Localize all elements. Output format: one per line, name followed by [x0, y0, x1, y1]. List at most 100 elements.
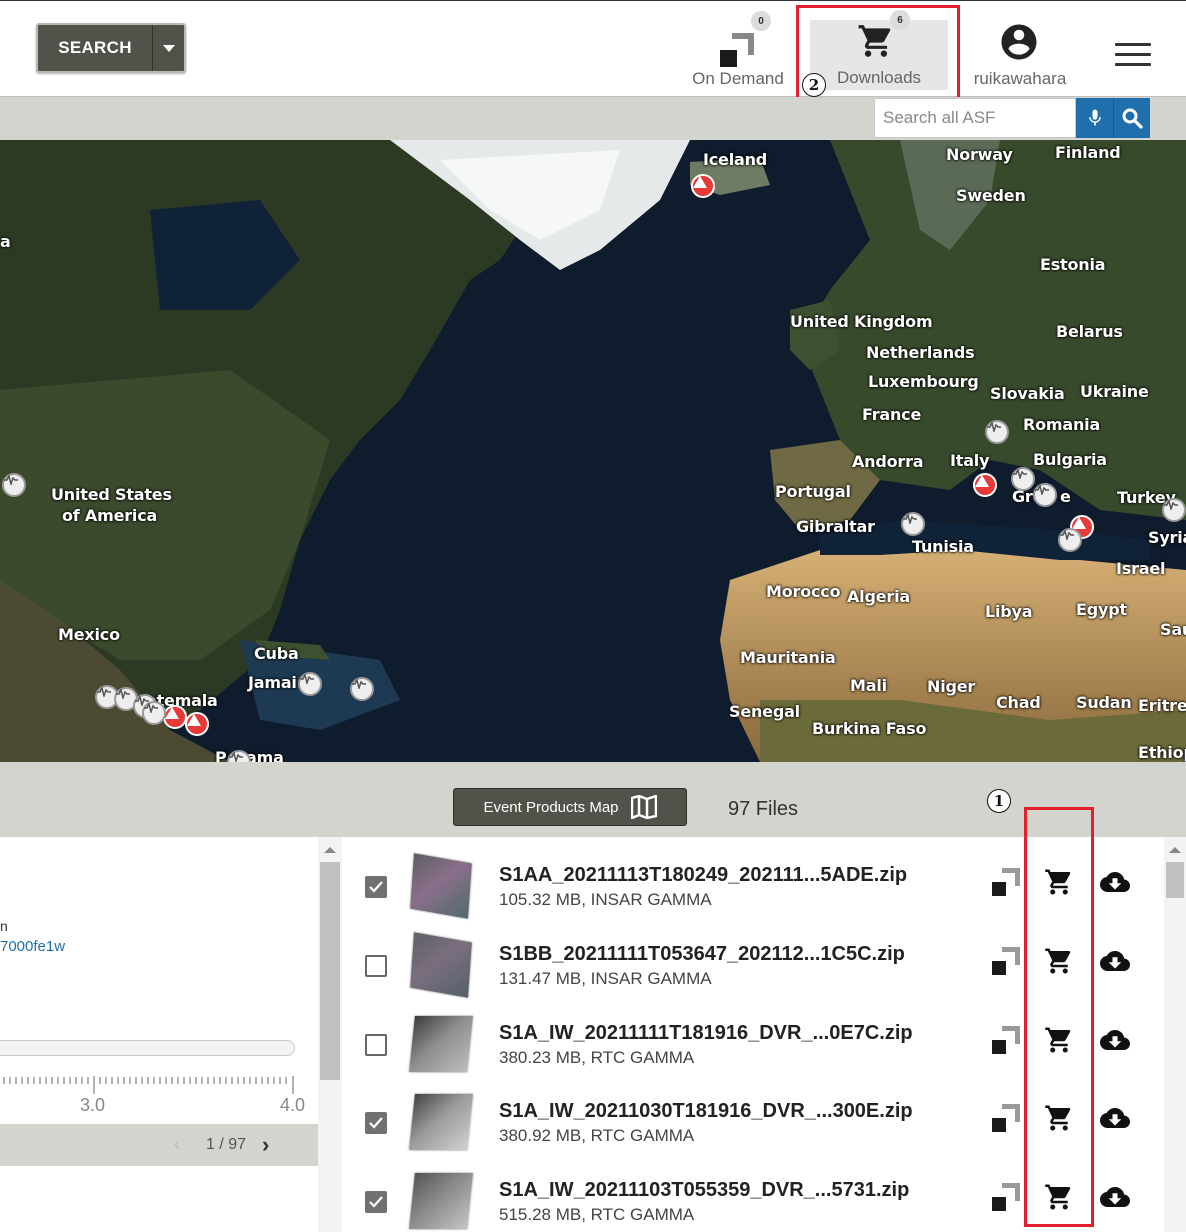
- map-icon: [630, 795, 657, 819]
- download-icon[interactable]: [1098, 1103, 1132, 1133]
- map-label: France: [862, 405, 922, 424]
- volcano-marker-icon[interactable]: [163, 705, 187, 729]
- download-icon[interactable]: [1098, 946, 1132, 976]
- map-label: United States: [51, 485, 172, 504]
- files-count: 97 Files: [728, 798, 799, 820]
- file-thumbnail[interactable]: [408, 1167, 474, 1232]
- baseline-slider-track[interactable]: [0, 1040, 295, 1056]
- search-type-dropdown[interactable]: [152, 25, 184, 71]
- file-thumbnail[interactable]: [408, 931, 474, 1001]
- site-search: [874, 98, 1150, 138]
- search-split-button[interactable]: SEARCH: [36, 23, 186, 73]
- search-button[interactable]: SEARCH: [38, 25, 152, 71]
- earthquake-marker-icon[interactable]: [142, 701, 166, 725]
- on-demand-icon[interactable]: [992, 868, 1022, 898]
- on-demand-label: On Demand: [692, 69, 784, 88]
- map-label: Algeria: [847, 587, 910, 606]
- earthquake-marker-icon[interactable]: [1011, 467, 1035, 491]
- file-name[interactable]: S1A_IW_20211103T055359_DVR_...5731.zip: [499, 1179, 909, 1202]
- page-indicator: 1 / 97: [206, 1136, 247, 1153]
- file-select-checkbox[interactable]: [365, 1191, 387, 1213]
- map-label: Slovakia: [990, 384, 1065, 403]
- scroll-up-icon[interactable]: [1169, 847, 1181, 853]
- map-label: Tunisia: [912, 537, 974, 556]
- earthquake-marker-icon[interactable]: [1033, 483, 1057, 507]
- detail-link[interactable]: 7000fe1w: [0, 938, 65, 955]
- map-label: Egypt: [1076, 600, 1127, 619]
- file-name[interactable]: S1A_IW_20211030T181916_DVR_...300E.zip: [499, 1100, 913, 1123]
- detail-panel-scroll-thumb[interactable]: [320, 862, 340, 1080]
- file-thumbnail[interactable]: [408, 852, 474, 922]
- download-icon[interactable]: [1098, 867, 1132, 897]
- on-demand-icon[interactable]: [992, 1183, 1022, 1213]
- voice-search-button[interactable]: [1076, 98, 1113, 138]
- file-select-checkbox[interactable]: [365, 1034, 387, 1056]
- detail-text-fragment: n: [0, 918, 8, 934]
- earthquake-marker-icon[interactable]: [985, 420, 1009, 444]
- user-menu-button[interactable]: ruikawahara: [966, 11, 1074, 91]
- map-label: Estonia: [1040, 255, 1106, 274]
- file-thumbnail[interactable]: [408, 1010, 474, 1080]
- prev-page-icon[interactable]: ‹: [174, 1134, 180, 1155]
- next-page-icon[interactable]: ›: [262, 1132, 269, 1158]
- download-icon[interactable]: [1098, 1182, 1132, 1212]
- file-name[interactable]: S1A_IW_20211111T181916_DVR_...0E7C.zip: [499, 1022, 913, 1045]
- username-label: ruikawahara: [973, 69, 1067, 88]
- map-label: ama: [246, 748, 284, 762]
- map-label: Finland: [1055, 143, 1121, 162]
- map-label: Netherlands: [866, 343, 975, 362]
- map-label: Jamai: [248, 673, 297, 692]
- earthquake-marker-icon[interactable]: [2, 473, 26, 497]
- earthquake-marker-icon[interactable]: [1162, 498, 1186, 522]
- map-view[interactable]: Iceland Norway Finland Sweden Estonia Un…: [0, 140, 1186, 762]
- volcano-marker-icon[interactable]: [185, 712, 209, 736]
- earthquake-marker-icon[interactable]: [901, 512, 925, 536]
- chevron-down-icon: [162, 44, 175, 52]
- file-select-checkbox[interactable]: [365, 876, 387, 898]
- map-label: Bulgaria: [1033, 450, 1107, 469]
- file-name[interactable]: S1AA_20211113T180249_202111...5ADE.zip: [499, 864, 907, 887]
- file-meta: 380.92 MB, RTC GAMMA: [499, 1126, 695, 1145]
- top-header: SEARCH 0 On Demand 6 Downloads 2 ruikawa…: [0, 0, 1186, 104]
- on-demand-icon[interactable]: [992, 1026, 1022, 1056]
- map-label: Morocco: [766, 582, 841, 601]
- map-label: Belarus: [1056, 322, 1123, 341]
- site-search-submit-button[interactable]: [1113, 98, 1150, 138]
- microphone-icon: [1088, 109, 1101, 126]
- file-select-checkbox[interactable]: [365, 955, 387, 977]
- file-name[interactable]: S1BB_20211111T053647_202112...1C5C.zip: [499, 943, 905, 966]
- account-icon: [1001, 24, 1037, 60]
- detail-panel: [0, 837, 342, 1232]
- download-icon[interactable]: [1098, 1025, 1132, 1055]
- site-search-input[interactable]: [874, 98, 1076, 138]
- file-meta: 515.28 MB, RTC GAMMA: [499, 1205, 695, 1224]
- on-demand-count-badge: 0: [751, 11, 771, 31]
- on-demand-icon[interactable]: [992, 947, 1022, 977]
- on-demand-icon[interactable]: [992, 1104, 1022, 1134]
- earthquake-marker-icon[interactable]: [350, 677, 374, 701]
- volcano-marker-icon[interactable]: [973, 473, 997, 497]
- map-label: Gibraltar: [796, 517, 875, 536]
- file-thumbnail[interactable]: [408, 1088, 474, 1158]
- map-label: Libya: [985, 602, 1033, 621]
- file-select-checkbox[interactable]: [365, 1112, 387, 1134]
- map-label: Norway: [946, 145, 1013, 164]
- map-label: Ethiop: [1138, 743, 1186, 762]
- checkmark-icon: [369, 1196, 383, 1208]
- earthquake-marker-icon[interactable]: [1058, 528, 1082, 552]
- volcano-marker-icon[interactable]: [691, 174, 715, 198]
- hamburger-menu-icon[interactable]: [1115, 43, 1151, 73]
- file-meta: 105.32 MB, INSAR GAMMA: [499, 890, 712, 909]
- map-label: Ukraine: [1080, 382, 1149, 401]
- scroll-up-icon[interactable]: [324, 847, 336, 853]
- file-list-scroll-thumb[interactable]: [1166, 862, 1184, 898]
- pagination-bar: ‹ 1 / 97 ›: [0, 1124, 318, 1166]
- map-label: Mauritania: [740, 648, 836, 667]
- map-label: of America: [62, 506, 158, 525]
- map-label: e: [1060, 487, 1071, 506]
- slider-ticks: [3, 1076, 294, 1094]
- earthquake-marker-icon[interactable]: [298, 672, 322, 696]
- on-demand-icon: [720, 33, 756, 69]
- event-products-map-button[interactable]: Event Products Map: [453, 788, 687, 826]
- on-demand-button[interactable]: 0 On Demand: [688, 11, 788, 91]
